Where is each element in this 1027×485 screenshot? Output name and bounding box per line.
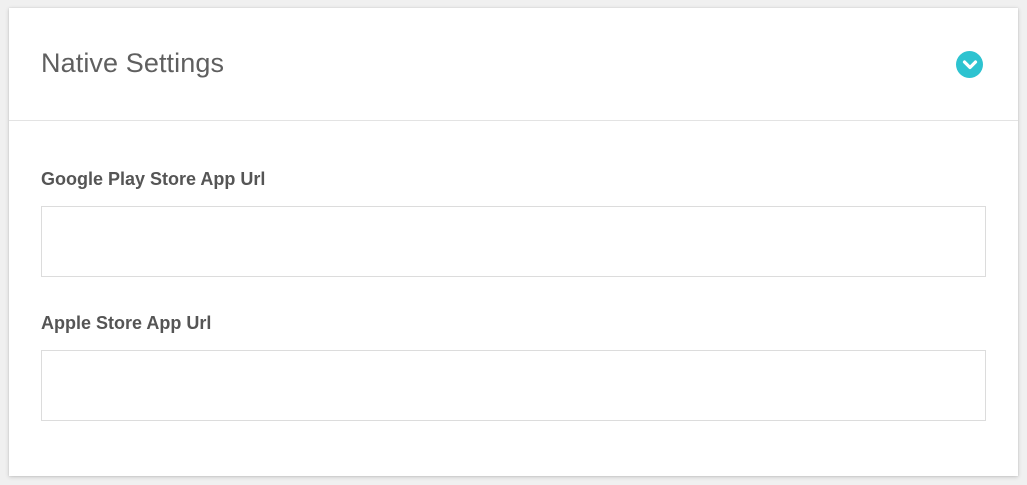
apple-store-url-label: Apple Store App Url [41,313,212,333]
chevron-down-icon [962,59,977,69]
google-play-url-label: Google Play Store App Url [41,169,266,189]
native-settings-panel: Native Settings Google Play Store App Ur… [9,8,1018,476]
panel-header: Native Settings [9,8,1018,121]
apple-store-url-input[interactable] [41,350,986,421]
google-play-url-input[interactable] [41,206,986,277]
chevron-down-circle-icon[interactable] [956,51,983,78]
panel-title: Native Settings [41,48,225,78]
